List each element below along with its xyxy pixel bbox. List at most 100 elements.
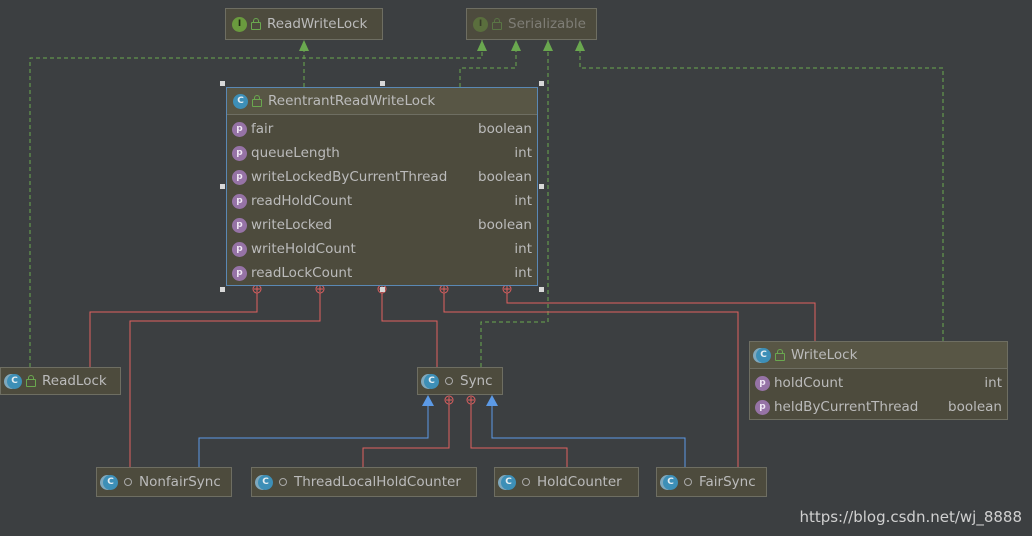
- readlock-node[interactable]: C ReadLock: [0, 367, 121, 395]
- arrowhead-inheritance: [486, 395, 498, 406]
- property-row[interactable]: p readHoldCount int: [227, 189, 537, 213]
- node-title: HoldCounter: [537, 474, 622, 490]
- node-title: ThreadLocalHoldCounter: [294, 474, 461, 490]
- inner-marker-icon: [252, 284, 262, 294]
- property-row[interactable]: p queueLength int: [227, 141, 537, 165]
- arrowhead-realization: [477, 40, 487, 51]
- node-title: WriteLock: [791, 347, 858, 363]
- resize-handle[interactable]: [539, 287, 544, 292]
- arrowhead-realization: [543, 40, 553, 51]
- node-title: FairSync: [699, 474, 756, 490]
- inner-marker-icon: [444, 395, 454, 405]
- property-type: int: [514, 265, 532, 281]
- property-icon: p: [232, 169, 247, 185]
- property-type: boolean: [478, 121, 532, 137]
- resize-handle[interactable]: [380, 287, 385, 292]
- node-header: I ReadWriteLock: [226, 9, 382, 39]
- property-row[interactable]: p writeHoldCount int: [227, 237, 537, 261]
- package-private-icon: [684, 478, 692, 486]
- property-icon: p: [755, 375, 770, 391]
- resize-handle[interactable]: [220, 81, 225, 86]
- writelock-node[interactable]: C WriteLock p holdCount int p heldByCurrent…: [749, 341, 1008, 420]
- lock-icon: [251, 18, 261, 30]
- property-name: writeLocked: [251, 217, 333, 233]
- resize-handle[interactable]: [539, 184, 544, 189]
- edge-writelock-rrwl: [506, 288, 816, 341]
- property-icon: p: [232, 145, 247, 161]
- interface-icon: I: [473, 16, 488, 32]
- inner-marker-icon: [439, 284, 449, 294]
- node-title: ReadLock: [42, 373, 107, 389]
- property-row[interactable]: p heldByCurrentThread boolean: [750, 395, 1007, 419]
- package-private-icon: [279, 478, 287, 486]
- lock-icon: [252, 95, 262, 107]
- property-name: writeLockedByCurrentThread: [251, 169, 448, 185]
- property-type: int: [514, 241, 532, 257]
- property-type: int: [984, 375, 1002, 391]
- holdcounter-node[interactable]: C HoldCounter: [494, 467, 639, 497]
- property-row[interactable]: p fair boolean: [227, 117, 537, 141]
- property-name: fair: [251, 121, 274, 137]
- node-title: Sync: [460, 373, 493, 389]
- node-header: C WriteLock: [750, 342, 1007, 368]
- threadlocalholdcounter-node[interactable]: C ThreadLocalHoldCounter: [251, 467, 477, 497]
- property-type: int: [514, 193, 532, 209]
- serializable-node[interactable]: I Serializable: [466, 8, 597, 40]
- edge-sync-rrwl: [381, 288, 438, 367]
- property-icon: p: [755, 399, 770, 415]
- property-icon: p: [232, 265, 247, 281]
- package-private-icon: [445, 377, 453, 385]
- resize-handle[interactable]: [220, 287, 225, 292]
- edge-fairsync-sync: [491, 404, 686, 467]
- node-header: C NonfairSync: [97, 468, 231, 496]
- class-icon: C: [756, 347, 771, 363]
- property-icon: p: [232, 121, 247, 137]
- property-icon: p: [232, 217, 247, 233]
- lock-icon: [775, 349, 785, 361]
- arrowhead-realization: [511, 40, 521, 51]
- sync-node[interactable]: C Sync: [417, 367, 503, 395]
- property-list: p holdCount int p heldByCurrentThread boolea…: [750, 368, 1007, 419]
- edge-nonfairsync-sync: [198, 404, 429, 467]
- property-icon: p: [232, 241, 247, 257]
- property-type: boolean: [478, 169, 532, 185]
- node-header: C Sync: [418, 368, 502, 394]
- property-list: p fair boolean p queueLength int p writeLocke…: [227, 114, 537, 285]
- property-row[interactable]: p writeLockedByCurrentThread boolean: [227, 165, 537, 189]
- node-header: C ThreadLocalHoldCounter: [252, 468, 476, 496]
- property-name: queueLength: [251, 145, 340, 161]
- edge-readlock-rrwl: [89, 288, 258, 367]
- property-row[interactable]: p holdCount int: [750, 371, 1007, 395]
- node-header: I Serializable: [467, 9, 596, 39]
- inner-marker-icon: [315, 284, 325, 294]
- fairsync-node[interactable]: C FairSync: [656, 467, 767, 497]
- lock-icon: [26, 375, 36, 387]
- resize-handle[interactable]: [220, 184, 225, 189]
- resize-handle[interactable]: [539, 81, 544, 86]
- inner-marker-icon: [466, 395, 476, 405]
- nonfairsync-node[interactable]: C NonfairSync: [96, 467, 232, 497]
- resize-handle[interactable]: [380, 81, 385, 86]
- edge-holdcounter-sync: [470, 404, 568, 467]
- node-title: NonfairSync: [139, 474, 221, 490]
- readwritelock-node[interactable]: I ReadWriteLock: [225, 8, 383, 40]
- property-row[interactable]: p readLockCount int: [227, 261, 537, 285]
- node-header: C ReentrantReadWriteLock: [227, 88, 537, 114]
- reentrantreadwritelock-node[interactable]: C ReentrantReadWriteLock p fair boolean pq…: [226, 87, 538, 286]
- property-row[interactable]: p writeLocked boolean: [227, 213, 537, 237]
- package-private-icon: [522, 478, 530, 486]
- class-icon: C: [7, 373, 22, 389]
- node-title: ReentrantReadWriteLock: [268, 93, 436, 109]
- edge-writelock-serializable: [579, 40, 944, 341]
- lock-icon: [492, 18, 502, 30]
- arrowhead-realization: [299, 40, 309, 51]
- inner-marker-icon: [502, 284, 512, 294]
- node-header: C HoldCounter: [495, 468, 638, 496]
- property-type: boolean: [478, 217, 532, 233]
- arrowhead-inheritance: [422, 395, 434, 406]
- property-name: readLockCount: [251, 265, 353, 281]
- edge-nonfairsync-rrwl: [129, 288, 321, 467]
- class-icon: C: [424, 373, 439, 389]
- property-type: boolean: [948, 399, 1002, 415]
- property-name: heldByCurrentThread: [774, 399, 919, 415]
